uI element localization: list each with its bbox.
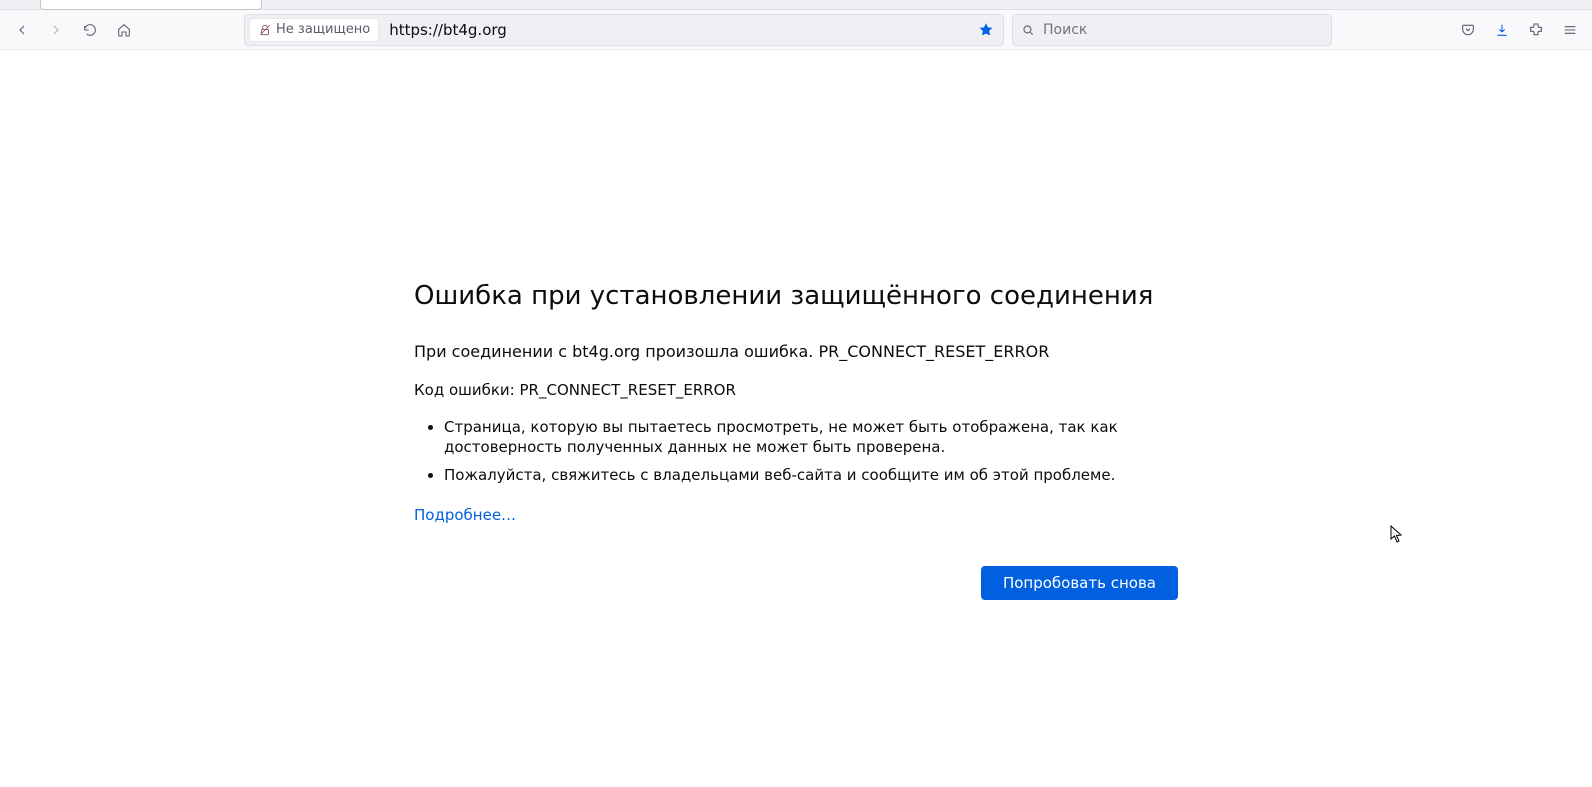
bookmark-star-button[interactable] bbox=[973, 17, 999, 43]
site-identity-label: Не защищено bbox=[276, 22, 370, 37]
downloads-button[interactable] bbox=[1486, 15, 1518, 45]
star-filled-icon bbox=[978, 22, 994, 38]
insecure-lock-icon bbox=[258, 23, 272, 37]
download-icon bbox=[1494, 22, 1510, 38]
app-menu-button[interactable] bbox=[1554, 15, 1586, 45]
arrow-right-icon bbox=[48, 22, 64, 38]
error-subtitle: При соединении с bt4g.org произошла ошиб… bbox=[414, 341, 1178, 363]
extensions-button[interactable] bbox=[1520, 15, 1552, 45]
active-tab[interactable] bbox=[40, 0, 262, 10]
hamburger-icon bbox=[1562, 22, 1578, 38]
back-button[interactable] bbox=[6, 15, 38, 45]
retry-button[interactable]: Попробовать снова bbox=[981, 566, 1178, 600]
forward-button[interactable] bbox=[40, 15, 72, 45]
search-icon bbox=[1021, 23, 1035, 37]
url-input[interactable] bbox=[385, 21, 967, 39]
reload-button[interactable] bbox=[74, 15, 106, 45]
url-bar[interactable]: Не защищено bbox=[244, 14, 1004, 46]
home-icon bbox=[116, 22, 132, 38]
error-button-row: Попробовать снова bbox=[414, 566, 1178, 600]
error-bullet-list: Страница, которую вы пытаетесь просмотре… bbox=[414, 417, 1178, 486]
error-title: Ошибка при установлении защищённого соед… bbox=[414, 280, 1178, 313]
home-button[interactable] bbox=[108, 15, 140, 45]
search-bar[interactable] bbox=[1012, 14, 1332, 46]
arrow-left-icon bbox=[14, 22, 30, 38]
error-bullet: Страница, которую вы пытаетесь просмотре… bbox=[444, 417, 1178, 458]
pocket-button[interactable] bbox=[1452, 15, 1484, 45]
extension-icon bbox=[1528, 22, 1544, 38]
page-content: Ошибка при установлении защищённого соед… bbox=[0, 50, 1592, 787]
tab-strip bbox=[0, 0, 1592, 10]
pocket-icon bbox=[1460, 22, 1476, 38]
reload-icon bbox=[82, 22, 98, 38]
learn-more-link[interactable]: Подробнее… bbox=[414, 506, 516, 524]
error-bullet: Пожалуйста, свяжитесь с владельцами веб-… bbox=[444, 465, 1178, 485]
search-input[interactable] bbox=[1043, 22, 1323, 38]
error-code-line: Код ошибки: PR_CONNECT_RESET_ERROR bbox=[414, 381, 1178, 399]
site-identity-box[interactable]: Не защищено bbox=[249, 18, 379, 42]
browser-toolbar: Не защищено bbox=[0, 10, 1592, 50]
error-container: Ошибка при установлении защищённого соед… bbox=[414, 50, 1178, 600]
